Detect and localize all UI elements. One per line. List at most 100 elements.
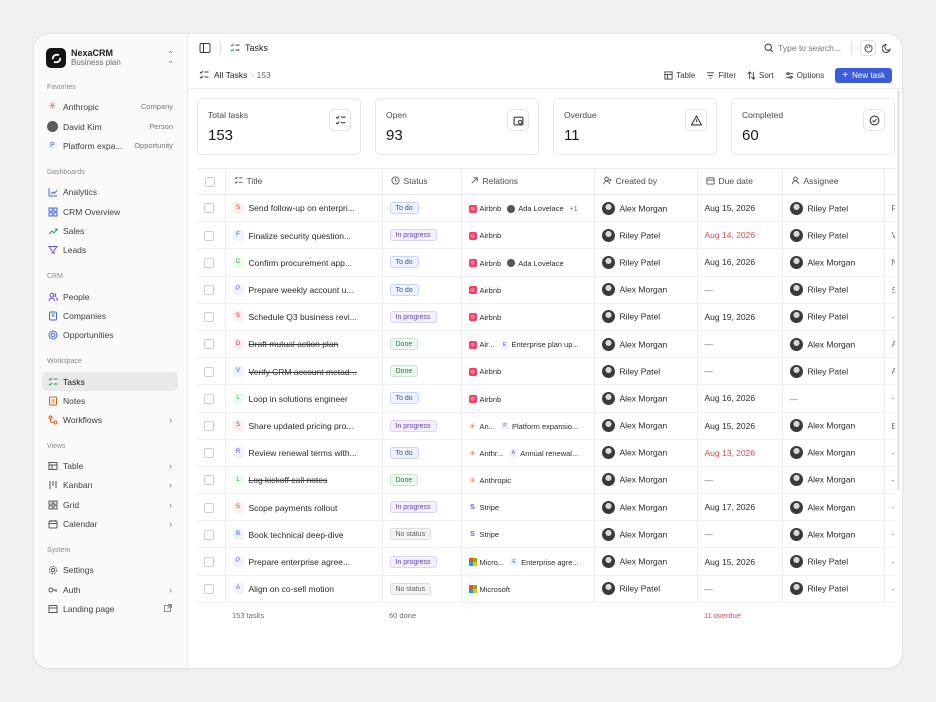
status-cell[interactable]: Done <box>382 330 462 359</box>
scrollbar[interactable] <box>897 90 900 490</box>
status-cell[interactable]: In progress <box>382 547 462 576</box>
status-cell[interactable]: In progress <box>382 412 462 440</box>
relations-cell[interactable]: Microsoft <box>461 575 595 603</box>
row-select-cell[interactable] <box>197 520 226 549</box>
table-row[interactable]: C Confirm procurement app... To do ◎ Airbn… <box>197 248 895 277</box>
table-row[interactable]: R Review renewal terms with... To do ✳ Ant… <box>197 439 895 467</box>
row-checkbox[interactable] <box>204 312 214 323</box>
assignee-cell[interactable]: Alex Morgan <box>782 412 885 440</box>
filter-button[interactable]: Filter <box>706 71 736 80</box>
workspace-switcher[interactable]: NexaCRM Business plan ⌃ ⌄ <box>46 46 178 70</box>
title-cell[interactable]: P Prepare enterprise agree... <box>225 547 383 576</box>
title-cell[interactable]: S Send follow-up on enterpri... <box>225 194 383 223</box>
table-view-button[interactable]: Table <box>664 71 695 80</box>
sidebar-item-settings[interactable]: Settings <box>42 560 178 579</box>
table-row[interactable]: B Book technical deep-dive No status S Str… <box>197 520 895 549</box>
assignee-cell[interactable]: Alex Morgan <box>782 439 885 467</box>
assignee-cell[interactable]: Riley Patel <box>782 547 885 576</box>
relations-cell[interactable]: S Stripe <box>461 493 595 522</box>
sidebar-item-calendar[interactable]: Calendar › <box>42 514 178 533</box>
title-cell[interactable]: C Confirm procurement app... <box>225 248 383 277</box>
created-by-cell[interactable]: Riley Patel <box>594 357 698 386</box>
relation-chip[interactable]: S Stripe <box>469 530 499 539</box>
relations-cell[interactable]: ◎ Airbnb <box>461 357 595 386</box>
row-checkbox[interactable] <box>204 584 214 595</box>
title-cell[interactable]: A Align on co-sell motion <box>225 575 383 603</box>
relations-cell[interactable]: ◎ Airbnb <box>461 303 595 331</box>
created-by-cell[interactable]: Alex Morgan <box>594 384 698 413</box>
due-date-cell[interactable]: Aug 16, 2026 <box>697 384 783 413</box>
relation-chip[interactable]: ◎ Airbnb <box>468 286 501 295</box>
sidebar-item-people[interactable]: People <box>42 287 178 306</box>
column-header-title[interactable]: Title <box>225 168 383 195</box>
title-cell[interactable]: L Log kickoff call notes <box>225 466 383 495</box>
created-by-cell[interactable]: Alex Morgan <box>594 466 698 495</box>
relations-cell[interactable]: Micro... E Enterprise agre... <box>461 547 595 576</box>
row-checkbox[interactable] <box>204 475 214 486</box>
title-cell[interactable]: B Book technical deep-dive <box>225 520 383 549</box>
row-select-cell[interactable] <box>197 493 226 522</box>
status-cell[interactable]: To do <box>382 384 462 413</box>
due-date-cell[interactable]: — <box>697 575 783 603</box>
due-date-cell[interactable]: Aug 19, 2026 <box>697 303 783 331</box>
extra-cell[interactable]: S <box>884 276 895 304</box>
extra-cell[interactable]: - <box>884 384 895 413</box>
due-date-cell[interactable]: Aug 13, 2026 <box>697 439 783 467</box>
title-cell[interactable]: D Draft mutual action plan <box>225 330 383 359</box>
assignee-cell[interactable]: — <box>782 384 885 413</box>
relations-cell[interactable]: ✳ Anthropic <box>461 466 595 495</box>
table-row[interactable]: P Prepare weekly account u... To do ◎ Airb… <box>197 276 895 304</box>
title-cell[interactable]: S Share updated pricing pro... <box>225 412 383 440</box>
sidebar-item-companies[interactable]: Companies <box>42 306 178 325</box>
sidebar-item-platform-expa[interactable]: P Platform expa... Opportunity <box>42 136 178 155</box>
column-header-extra[interactable] <box>884 168 895 195</box>
row-select-cell[interactable] <box>197 194 226 223</box>
created-by-cell[interactable]: Riley Patel <box>594 303 698 331</box>
sidebar-item-workflows[interactable]: Workflows › <box>42 410 178 429</box>
status-cell[interactable]: No status <box>382 575 462 603</box>
extra-cell[interactable]: - <box>884 439 895 467</box>
created-by-cell[interactable]: Riley Patel <box>594 221 698 250</box>
more-relations-count[interactable]: +1 <box>570 206 578 213</box>
column-header-created-by[interactable]: Created by <box>594 168 698 195</box>
table-row[interactable]: S Send follow-up on enterpri... To do ◎ Ai… <box>197 194 895 223</box>
theme-toggle-icon[interactable] <box>882 43 892 53</box>
relations-cell[interactable]: S Stripe <box>461 520 595 549</box>
sidebar-item-analytics[interactable]: Analytics <box>42 182 178 201</box>
relation-chip[interactable]: P Platform expansio... <box>500 422 578 431</box>
row-select-cell[interactable] <box>197 248 226 277</box>
table-row[interactable]: S Schedule Q3 business revi... In progres… <box>197 303 895 331</box>
column-header-relations[interactable]: Relations <box>461 168 595 195</box>
created-by-cell[interactable]: Alex Morgan <box>594 520 698 549</box>
status-cell[interactable]: Done <box>382 466 462 495</box>
sidebar-item-notes[interactable]: Notes <box>42 391 178 410</box>
sidebar-item-crm-overview[interactable]: CRM Overview <box>42 202 178 221</box>
assignee-cell[interactable]: Alex Morgan <box>782 248 885 277</box>
select-all-checkbox[interactable] <box>205 176 215 187</box>
title-cell[interactable]: F Finalize security question... <box>225 221 383 250</box>
due-date-cell[interactable]: Aug 15, 2026 <box>697 194 783 223</box>
status-cell[interactable]: To do <box>382 439 462 467</box>
table-row[interactable]: F Finalize security question... In progre… <box>197 221 895 250</box>
extra-cell[interactable]: A <box>884 357 895 386</box>
sidebar-item-david-kim[interactable]: David Kim Person <box>42 117 178 136</box>
sidebar-item-leads[interactable]: Leads <box>42 240 178 259</box>
row-select-cell[interactable] <box>197 357 226 386</box>
title-cell[interactable]: V Verify CRM account metad... <box>225 357 383 386</box>
sidebar-item-grid[interactable]: Grid › <box>42 495 178 514</box>
relation-chip[interactable]: ◎ Airbnb <box>468 395 501 404</box>
row-checkbox[interactable] <box>204 556 214 567</box>
assignee-cell[interactable]: Riley Patel <box>782 276 885 304</box>
due-date-cell[interactable]: Aug 15, 2026 <box>697 412 783 440</box>
assignee-cell[interactable]: Riley Patel <box>782 194 885 223</box>
relations-cell[interactable]: ◎ Airbnb <box>461 221 595 250</box>
table-row[interactable]: D Draft mutual action plan Done ◎ Air... E E… <box>197 330 895 359</box>
view-name[interactable]: All Tasks <box>214 70 247 80</box>
created-by-cell[interactable]: Alex Morgan <box>594 412 698 440</box>
relation-chip[interactable]: Ada Lovelace <box>507 259 564 268</box>
row-select-cell[interactable] <box>197 575 226 603</box>
row-checkbox[interactable] <box>204 393 214 404</box>
created-by-cell[interactable]: Alex Morgan <box>594 547 698 576</box>
row-select-cell[interactable] <box>197 384 226 413</box>
new-task-button[interactable]: + New task <box>835 67 892 83</box>
